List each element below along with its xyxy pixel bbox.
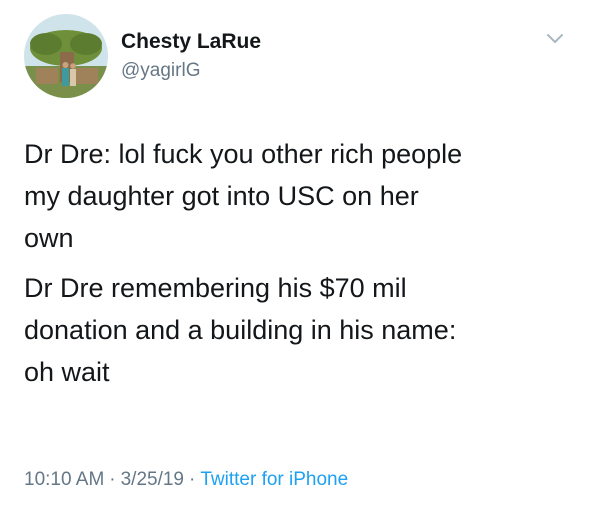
tweet-date[interactable]: 3/25/19 (121, 469, 184, 490)
tweet-card: Chesty LaRue @yagirlG Dr Dre: lol fuck y… (0, 0, 590, 514)
tweet-source-link[interactable]: Twitter for iPhone (200, 469, 348, 490)
tweet-meta: 10:10 AM · 3/25/19 · Twitter for iPhone (24, 469, 348, 491)
meta-separator: · (109, 469, 116, 490)
tweet-text: Dr Dre: lol fuck you other rich people m… (24, 133, 574, 393)
avatar[interactable] (24, 14, 108, 98)
tweet-time[interactable]: 10:10 AM (24, 469, 104, 490)
tweet-paragraph: Dr Dre: lol fuck you other rich people m… (24, 139, 463, 253)
tweet-paragraph: Dr Dre remembering his $70 mil donation … (24, 273, 457, 387)
meta-separator: · (189, 469, 196, 490)
author-handle[interactable]: @yagirlG (121, 60, 200, 82)
chevron-down-icon[interactable] (546, 33, 564, 45)
author-display-name[interactable]: Chesty LaRue (121, 30, 261, 54)
avatar-photo (24, 14, 108, 98)
